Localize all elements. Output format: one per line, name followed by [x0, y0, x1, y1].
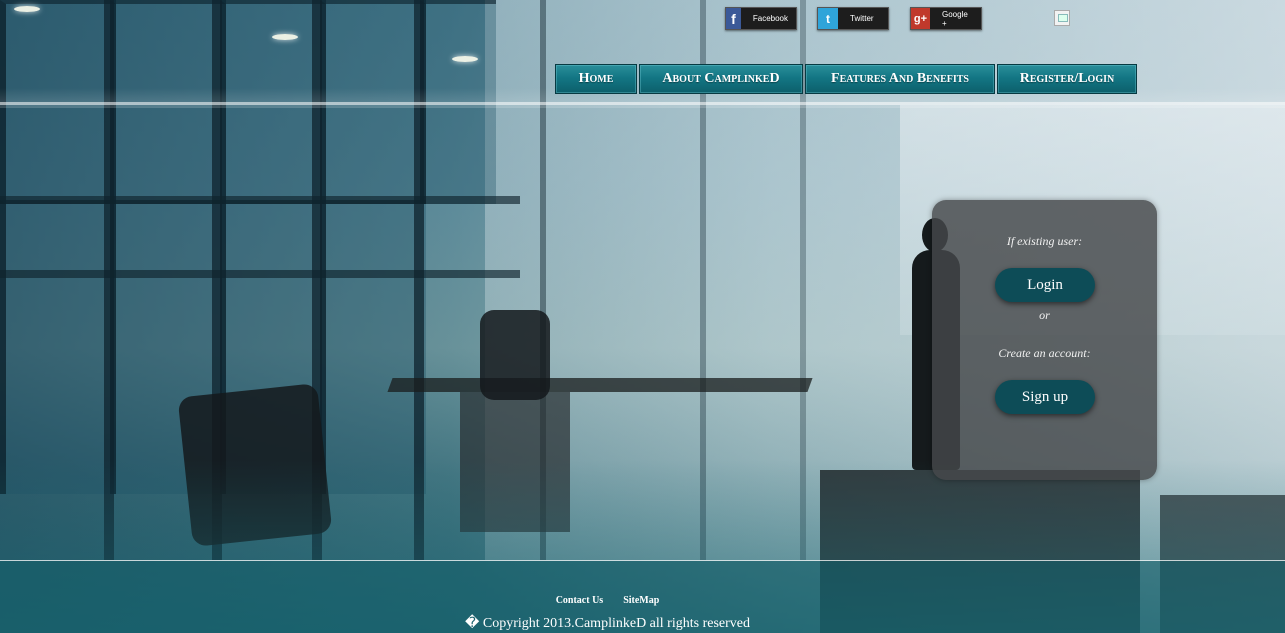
existing-user-prompt: If existing user:: [1006, 234, 1083, 248]
nav-register-login[interactable]: Register/Login: [997, 64, 1137, 94]
copyright-text: � Copyright 2013.CamplinkeD all rights r…: [465, 616, 750, 631]
footer-contact-link[interactable]: Contact Us: [556, 595, 604, 606]
signup-button[interactable]: Sign up: [995, 380, 1095, 414]
facebook-button[interactable]: f Facebook: [725, 7, 797, 30]
broken-image-icon: [1054, 10, 1070, 26]
twitter-button[interactable]: t Twitter: [817, 7, 889, 30]
nav-features-and-benefits[interactable]: Features And Benefits: [805, 64, 995, 94]
nav-home[interactable]: Home: [555, 64, 637, 94]
account-panel: If existing user: Login or Create an acc…: [932, 200, 1157, 480]
footer-sitemap-link[interactable]: SiteMap: [623, 595, 659, 606]
twitter-label: Twitter: [850, 14, 874, 23]
google-plus-button[interactable]: g+ Google +: [910, 7, 982, 30]
facebook-icon: f: [726, 8, 741, 29]
login-button[interactable]: Login: [995, 268, 1095, 302]
twitter-bird-icon: t: [818, 8, 838, 29]
google-plus-icon: g+: [911, 8, 930, 29]
google-plus-label: Google +: [941, 9, 968, 28]
footer-links: Contact Us SiteMap: [0, 595, 1285, 606]
or-separator: or: [1039, 308, 1050, 322]
facebook-label: Facebook: [752, 14, 788, 23]
nav-about[interactable]: About CamplinkeD: [639, 64, 803, 94]
create-account-prompt: Create an account:: [998, 346, 1091, 360]
main-nav: Home About CamplinkeD Features And Benef…: [555, 64, 1137, 94]
